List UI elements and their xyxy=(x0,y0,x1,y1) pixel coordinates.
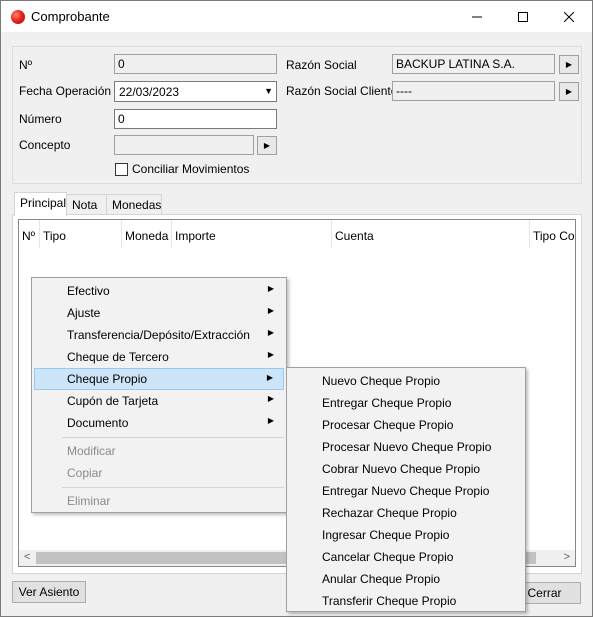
submenu-item-procesar-nuevo-cheque-propio[interactable]: Procesar Nuevo Cheque Propio xyxy=(289,436,523,458)
razon-social-select-button[interactable]: ▶ xyxy=(559,55,579,74)
submenu-arrow-icon: ▶ xyxy=(267,284,274,293)
submenu-item-cobrar-nuevo-cheque-propio[interactable]: Cobrar Nuevo Cheque Propio xyxy=(289,458,523,480)
menu-item-cheque-propio[interactable]: Cheque Propio ▶ xyxy=(34,368,284,390)
minimize-button[interactable] xyxy=(454,1,500,32)
menu-item-cheque-de-tercero[interactable]: Cheque de Tercero ▶ xyxy=(34,346,284,368)
minimize-icon xyxy=(472,16,482,17)
submenu-arrow-icon: ▶ xyxy=(267,394,274,403)
ver-asiento-button[interactable]: Ver Asiento xyxy=(12,581,86,603)
menu-separator xyxy=(62,437,284,438)
submenu-cheque-propio: Nuevo Cheque Propio Entregar Cheque Prop… xyxy=(286,367,526,612)
conciliar-movimientos-checkbox[interactable] xyxy=(115,163,128,176)
column-header-importe[interactable]: Importe xyxy=(172,220,332,248)
submenu-item-rechazar-cheque-propio[interactable]: Rechazar Cheque Propio xyxy=(289,502,523,524)
razon-social-cliente-select-button[interactable]: ▶ xyxy=(559,82,579,101)
submenu-item-transferir-cheque-propio[interactable]: Transferir Cheque Propio xyxy=(289,590,523,612)
maximize-button[interactable] xyxy=(500,1,546,32)
nro-label: Nº xyxy=(19,58,33,72)
concepto-field[interactable] xyxy=(114,135,254,155)
menu-item-copiar: Copiar xyxy=(67,466,103,480)
column-header-tipo-cor[interactable]: Tipo Cor xyxy=(530,220,575,248)
submenu-arrow-icon: ▶ xyxy=(267,306,274,315)
scroll-right-icon[interactable]: > xyxy=(564,551,570,563)
concepto-label: Concepto xyxy=(19,138,71,152)
submenu-item-nuevo-cheque-propio[interactable]: Nuevo Cheque Propio xyxy=(289,370,523,392)
menu-item-label: Ajuste xyxy=(67,306,101,320)
arrow-right-icon: ▶ xyxy=(565,60,573,69)
context-menu: Efectivo ▶ Ajuste ▶ Transferencia/Depósito… xyxy=(31,277,287,513)
submenu-arrow-icon: ▶ xyxy=(266,373,273,382)
conciliar-movimientos-label: Conciliar Movimientos xyxy=(132,162,250,176)
fecha-operacion-picker[interactable]: 22/03/2023 ▼ xyxy=(114,81,277,102)
submenu-item-ingresar-cheque-propio[interactable]: Ingresar Cheque Propio xyxy=(289,524,523,546)
menu-item-ajuste[interactable]: Ajuste ▶ xyxy=(34,302,284,324)
razon-social-label: Razón Social xyxy=(286,58,357,72)
menu-item-documento[interactable]: Documento ▶ xyxy=(34,412,284,434)
razon-social-cliente-label: Razón Social Cliente xyxy=(286,84,398,98)
numero-label: Número xyxy=(19,112,62,126)
numero-field[interactable]: 0 xyxy=(114,109,277,129)
column-header-cuenta[interactable]: Cuenta xyxy=(332,220,530,248)
fecha-operacion-label: Fecha Operación xyxy=(19,84,112,98)
arrow-right-icon: ▶ xyxy=(263,141,271,150)
menu-item-efectivo[interactable]: Efectivo ▶ xyxy=(34,280,284,302)
submenu-item-cancelar-cheque-propio[interactable]: Cancelar Cheque Propio xyxy=(289,546,523,568)
tab-monedas[interactable]: Monedas xyxy=(106,194,162,215)
tab-nota[interactable]: Nota xyxy=(66,194,107,215)
submenu-item-anular-cheque-propio[interactable]: Anular Cheque Propio xyxy=(289,568,523,590)
column-header-moneda[interactable]: Moneda xyxy=(122,220,172,248)
submenu-arrow-icon: ▶ xyxy=(267,328,274,337)
submenu-item-entregar-cheque-propio[interactable]: Entregar Cheque Propio xyxy=(289,392,523,414)
menu-item-label: Cupón de Tarjeta xyxy=(67,394,159,408)
close-button[interactable] xyxy=(546,1,592,32)
column-header-tipo[interactable]: Tipo xyxy=(40,220,122,248)
arrow-right-icon: ▶ xyxy=(565,87,573,96)
maximize-icon xyxy=(518,11,528,22)
menu-item-eliminar: Eliminar xyxy=(67,494,111,508)
app-icon xyxy=(11,10,25,24)
concepto-select-button[interactable]: ▶ xyxy=(257,136,277,155)
submenu-item-entregar-nuevo-cheque-propio[interactable]: Entregar Nuevo Cheque Propio xyxy=(289,480,523,502)
menu-item-label: Transferencia/Depósito/Extracción xyxy=(67,328,250,342)
menu-item-label: Cheque de Tercero xyxy=(67,350,169,364)
razon-social-field[interactable]: BACKUP LATINA S.A. xyxy=(392,54,555,74)
menu-separator xyxy=(62,487,284,488)
menu-item-transferencia[interactable]: Transferencia/Depósito/Extracción ▶ xyxy=(34,324,284,346)
submenu-arrow-icon: ▶ xyxy=(267,416,274,425)
title-bar: Comprobante xyxy=(1,1,592,32)
dropdown-arrow-icon: ▼ xyxy=(264,86,273,96)
window-title: Comprobante xyxy=(31,9,110,24)
menu-item-modificar: Modificar xyxy=(67,444,116,458)
submenu-item-procesar-cheque-propio[interactable]: Procesar Cheque Propio xyxy=(289,414,523,436)
comprobante-window: Comprobante Nº 0 Fecha Operación 22/03/2… xyxy=(0,0,593,617)
menu-item-label: Documento xyxy=(67,416,129,430)
menu-item-label: Efectivo xyxy=(67,284,110,298)
scroll-left-icon[interactable]: < xyxy=(24,551,30,563)
fecha-operacion-value: 22/03/2023 xyxy=(119,85,180,99)
nro-field[interactable]: 0 xyxy=(114,54,277,74)
tab-principal[interactable]: Principal xyxy=(14,192,67,216)
submenu-arrow-icon: ▶ xyxy=(267,350,274,359)
column-header-nro[interactable]: Nº xyxy=(19,220,40,248)
razon-social-cliente-field[interactable]: ---- xyxy=(392,81,555,101)
menu-item-cupon-de-tarjeta[interactable]: Cupón de Tarjeta ▶ xyxy=(34,390,284,412)
close-icon xyxy=(564,11,574,22)
menu-item-label: Cheque Propio xyxy=(67,372,148,386)
